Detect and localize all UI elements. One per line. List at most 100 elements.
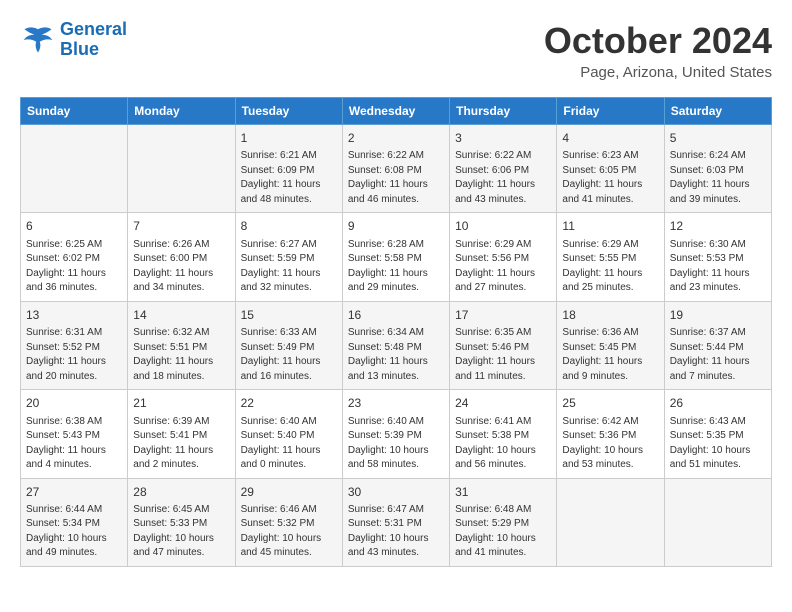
calendar-cell: 16 Sunrise: 6:34 AMSunset: 5:48 PMDayligh…: [342, 301, 449, 389]
day-number: 25: [562, 395, 658, 412]
logo-text2: Blue: [60, 40, 127, 60]
calendar-cell: 21 Sunrise: 6:39 AMSunset: 5:41 PMDayligh…: [128, 390, 235, 478]
day-info: Sunrise: 6:22 AMSunset: 6:06 PMDaylight:…: [455, 149, 551, 207]
day-number: 28: [133, 484, 229, 501]
day-info: Sunrise: 6:35 AMSunset: 5:46 PMDaylight:…: [455, 326, 551, 384]
day-info: Sunrise: 6:39 AMSunset: 5:41 PMDaylight:…: [133, 415, 229, 473]
logo: General Blue: [20, 20, 127, 60]
day-info: Sunrise: 6:44 AMSunset: 5:34 PMDaylight:…: [26, 503, 122, 561]
calendar-cell: 26 Sunrise: 6:43 AMSunset: 5:35 PMDayligh…: [664, 390, 771, 478]
calendar-cell: 9Sunrise: 6:28 AMSunset: 5:58 PMDaylight…: [342, 213, 449, 301]
day-info: Sunrise: 6:33 AMSunset: 5:49 PMDaylight:…: [241, 326, 337, 384]
day-number: 26: [670, 395, 766, 412]
calendar-cell: 1 Sunrise: 6:21 AMSunset: 6:09 PMDaylight…: [235, 125, 342, 213]
day-number: 21: [133, 395, 229, 412]
calendar-cell: 17 Sunrise: 6:35 AMSunset: 5:46 PMDayligh…: [450, 301, 557, 389]
day-number: 8: [241, 218, 337, 235]
day-info: Sunrise: 6:43 AMSunset: 5:35 PMDaylight:…: [670, 415, 766, 473]
header-row: Sunday Monday Tuesday Wednesday Thursday…: [21, 98, 772, 125]
calendar-cell: 4 Sunrise: 6:23 AMSunset: 6:05 PMDaylight…: [557, 125, 664, 213]
calendar-cell: 30 Sunrise: 6:47 AMSunset: 5:31 PMDayligh…: [342, 478, 449, 566]
day-info: Sunrise: 6:21 AMSunset: 6:09 PMDaylight:…: [241, 149, 337, 207]
day-number: 4: [562, 130, 658, 147]
day-number: 3: [455, 130, 551, 147]
day-info: Sunrise: 6:30 AMSunset: 5:53 PMDaylight:…: [670, 238, 766, 296]
day-info: Sunrise: 6:26 AMSunset: 6:00 PMDaylight:…: [133, 238, 229, 296]
day-info: Sunrise: 6:31 AMSunset: 5:52 PMDaylight:…: [26, 326, 122, 384]
day-info: Sunrise: 6:46 AMSunset: 5:32 PMDaylight:…: [241, 503, 337, 561]
col-saturday: Saturday: [664, 98, 771, 125]
calendar-week-row: 13 Sunrise: 6:31 AMSunset: 5:52 PMDayligh…: [21, 301, 772, 389]
day-number: 12: [670, 218, 766, 235]
calendar-cell: 6Sunrise: 6:25 AMSunset: 6:02 PMDaylight…: [21, 213, 128, 301]
col-monday: Monday: [128, 98, 235, 125]
day-number: 17: [455, 307, 551, 324]
calendar-cell: 14 Sunrise: 6:32 AMSunset: 5:51 PMDayligh…: [128, 301, 235, 389]
title-area: October 2024 Page, Arizona, United State…: [544, 20, 772, 81]
day-number: 27: [26, 484, 122, 501]
day-info: Sunrise: 6:27 AMSunset: 5:59 PMDaylight:…: [241, 238, 337, 296]
day-number: 16: [348, 307, 444, 324]
day-info: Sunrise: 6:32 AMSunset: 5:51 PMDaylight:…: [133, 326, 229, 384]
month-title: October 2024: [544, 20, 772, 62]
calendar-cell: [21, 125, 128, 213]
calendar-cell: [557, 478, 664, 566]
day-info: Sunrise: 6:42 AMSunset: 5:36 PMDaylight:…: [562, 415, 658, 473]
day-info: Sunrise: 6:23 AMSunset: 6:05 PMDaylight:…: [562, 149, 658, 207]
day-info: Sunrise: 6:47 AMSunset: 5:31 PMDaylight:…: [348, 503, 444, 561]
day-info: Sunrise: 6:36 AMSunset: 5:45 PMDaylight:…: [562, 326, 658, 384]
calendar-cell: [128, 125, 235, 213]
calendar-cell: 15Sunrise: 6:33 AMSunset: 5:49 PMDayligh…: [235, 301, 342, 389]
calendar-cell: 19Sunrise: 6:37 AMSunset: 5:44 PMDayligh…: [664, 301, 771, 389]
calendar-cell: 23Sunrise: 6:40 AMSunset: 5:39 PMDayligh…: [342, 390, 449, 478]
calendar-cell: 27 Sunrise: 6:44 AMSunset: 5:34 PMDayligh…: [21, 478, 128, 566]
col-friday: Friday: [557, 98, 664, 125]
day-number: 2: [348, 130, 444, 147]
location: Page, Arizona, United States: [544, 64, 772, 81]
calendar-cell: 29 Sunrise: 6:46 AMSunset: 5:32 PMDayligh…: [235, 478, 342, 566]
logo-bird-icon: [20, 22, 56, 58]
calendar-cell: 12 Sunrise: 6:30 AMSunset: 5:53 PMDayligh…: [664, 213, 771, 301]
day-info: Sunrise: 6:40 AMSunset: 5:39 PMDaylight:…: [348, 415, 444, 473]
calendar-cell: 2 Sunrise: 6:22 AMSunset: 6:08 PMDaylight…: [342, 125, 449, 213]
page-header: General Blue October 2024 Page, Arizona,…: [20, 20, 772, 81]
col-tuesday: Tuesday: [235, 98, 342, 125]
day-number: 31: [455, 484, 551, 501]
calendar-cell: 13 Sunrise: 6:31 AMSunset: 5:52 PMDayligh…: [21, 301, 128, 389]
day-info: Sunrise: 6:45 AMSunset: 5:33 PMDaylight:…: [133, 503, 229, 561]
calendar-week-row: 6Sunrise: 6:25 AMSunset: 6:02 PMDaylight…: [21, 213, 772, 301]
day-info: Sunrise: 6:37 AMSunset: 5:44 PMDaylight:…: [670, 326, 766, 384]
calendar-cell: 31 Sunrise: 6:48 AMSunset: 5:29 PMDayligh…: [450, 478, 557, 566]
day-info: Sunrise: 6:24 AMSunset: 6:03 PMDaylight:…: [670, 149, 766, 207]
col-wednesday: Wednesday: [342, 98, 449, 125]
day-number: 11: [562, 218, 658, 235]
day-number: 14: [133, 307, 229, 324]
calendar-header: Sunday Monday Tuesday Wednesday Thursday…: [21, 98, 772, 125]
day-number: 7: [133, 218, 229, 235]
day-info: Sunrise: 6:48 AMSunset: 5:29 PMDaylight:…: [455, 503, 551, 561]
day-info: Sunrise: 6:41 AMSunset: 5:38 PMDaylight:…: [455, 415, 551, 473]
day-number: 13: [26, 307, 122, 324]
day-number: 30: [348, 484, 444, 501]
day-info: Sunrise: 6:29 AMSunset: 5:56 PMDaylight:…: [455, 238, 551, 296]
calendar-cell: 8 Sunrise: 6:27 AMSunset: 5:59 PMDaylight…: [235, 213, 342, 301]
day-info: Sunrise: 6:29 AMSunset: 5:55 PMDaylight:…: [562, 238, 658, 296]
calendar-cell: 28 Sunrise: 6:45 AMSunset: 5:33 PMDayligh…: [128, 478, 235, 566]
day-info: Sunrise: 6:22 AMSunset: 6:08 PMDaylight:…: [348, 149, 444, 207]
day-info: Sunrise: 6:25 AMSunset: 6:02 PMDaylight:…: [26, 238, 122, 296]
calendar-week-row: 27 Sunrise: 6:44 AMSunset: 5:34 PMDayligh…: [21, 478, 772, 566]
day-number: 29: [241, 484, 337, 501]
day-number: 24: [455, 395, 551, 412]
day-info: Sunrise: 6:40 AMSunset: 5:40 PMDaylight:…: [241, 415, 337, 473]
day-info: Sunrise: 6:38 AMSunset: 5:43 PMDaylight:…: [26, 415, 122, 473]
day-number: 22: [241, 395, 337, 412]
calendar-week-row: 20Sunrise: 6:38 AMSunset: 5:43 PMDayligh…: [21, 390, 772, 478]
calendar-cell: 18 Sunrise: 6:36 AMSunset: 5:45 PMDayligh…: [557, 301, 664, 389]
day-info: Sunrise: 6:34 AMSunset: 5:48 PMDaylight:…: [348, 326, 444, 384]
day-number: 5: [670, 130, 766, 147]
calendar-cell: [664, 478, 771, 566]
calendar-cell: 20Sunrise: 6:38 AMSunset: 5:43 PMDayligh…: [21, 390, 128, 478]
day-number: 1: [241, 130, 337, 147]
day-number: 18: [562, 307, 658, 324]
day-number: 10: [455, 218, 551, 235]
